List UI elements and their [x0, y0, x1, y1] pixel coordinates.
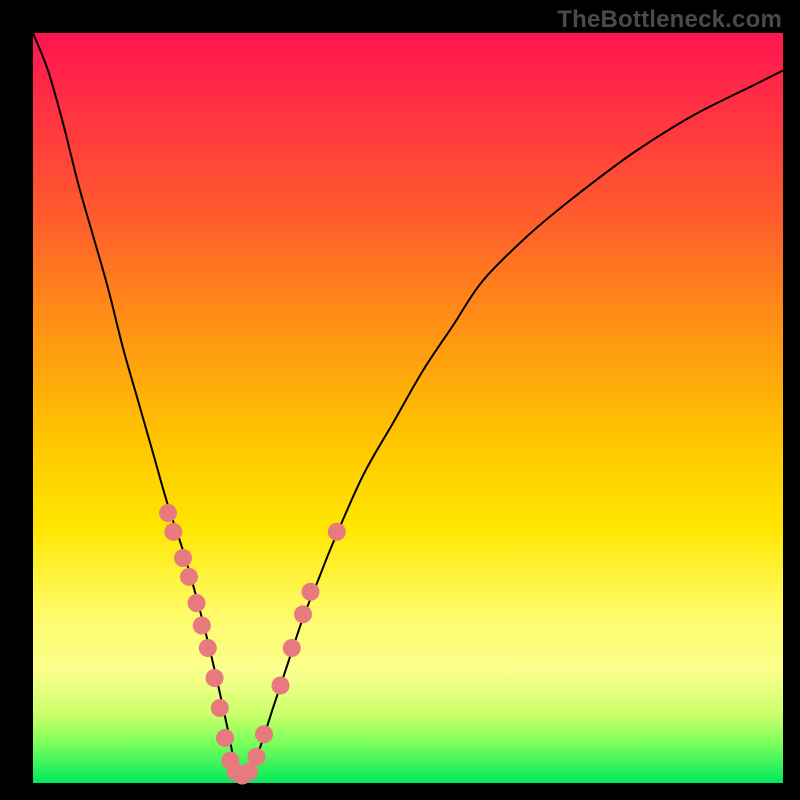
watermark-text: TheBottleneck.com: [557, 6, 782, 34]
sample-dot: [164, 523, 182, 541]
sample-dot: [199, 639, 217, 657]
chart-frame: TheBottleneck.com: [0, 0, 800, 800]
bottleneck-curve: [33, 33, 783, 783]
plot-area: [33, 33, 783, 783]
sample-dot: [180, 568, 198, 586]
sample-dot: [255, 725, 273, 743]
sample-dot: [302, 583, 320, 601]
sample-dot: [159, 504, 177, 522]
sample-dot: [272, 677, 290, 695]
curve-layer: [33, 33, 783, 783]
sample-dot: [328, 523, 346, 541]
sample-dot: [211, 699, 229, 717]
sample-dot: [294, 605, 312, 623]
sample-dot: [216, 729, 234, 747]
sample-dot: [206, 669, 224, 687]
sample-dot: [283, 639, 301, 657]
sample-dots-group: [159, 504, 346, 785]
sample-dot: [193, 617, 211, 635]
sample-dot: [248, 748, 266, 766]
sample-dot: [174, 549, 192, 567]
sample-dot: [188, 594, 206, 612]
